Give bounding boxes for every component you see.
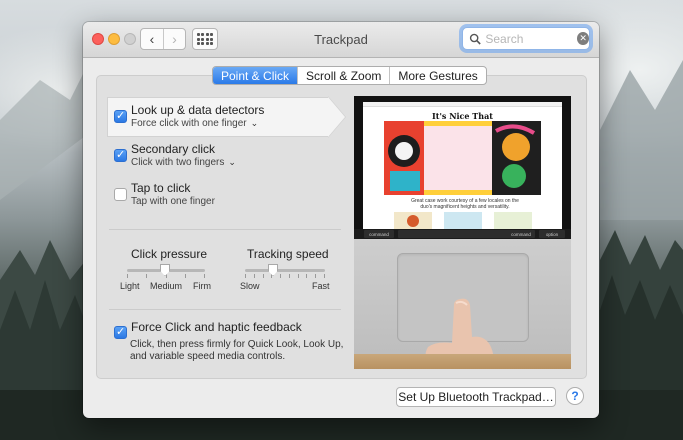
tracking-speed-slider[interactable] <box>245 269 325 272</box>
divider <box>109 309 341 310</box>
click-pressure-medium: Medium <box>150 281 183 291</box>
preview-key-command: command <box>507 230 535 238</box>
preview-keyboard: command command option <box>354 229 571 369</box>
help-button[interactable]: ? <box>566 387 584 405</box>
tab-more-gestures[interactable]: More Gestures <box>389 67 485 84</box>
preview-thumbnails <box>394 212 532 229</box>
set-up-bluetooth-trackpad-button[interactable]: Set Up Bluetooth Trackpad… <box>396 387 556 407</box>
chevron-down-icon: ⌄ <box>250 118 259 128</box>
tap-to-click-label[interactable]: Tap to click <box>131 181 190 195</box>
preview-site-title: It's Nice That <box>432 111 493 121</box>
search-field[interactable]: ✕ <box>462 27 590 50</box>
force-click-checkbox[interactable] <box>114 325 127 339</box>
look-up-gesture-menu[interactable]: Force click with one finger ⌄ <box>131 118 258 129</box>
tracking-speed-slow: Slow <box>240 281 260 291</box>
preview-webpage: It's Nice That Great case work courtesy … <box>363 102 562 229</box>
preview-key-option: option <box>539 230 565 238</box>
click-pressure-firm: Firm <box>193 281 211 291</box>
tap-to-click-checkbox[interactable] <box>114 188 127 201</box>
tap-to-click-subtitle: Tap with one finger <box>131 196 215 207</box>
preview-caption: Great case work courtesy of a few locale… <box>411 198 519 210</box>
preview-artwork <box>384 121 541 195</box>
clear-search-icon[interactable]: ✕ <box>577 32 589 45</box>
force-click-label[interactable]: Force Click and haptic feedback <box>131 320 302 334</box>
gesture-preview-video: It's Nice That Great case work courtesy … <box>354 96 571 369</box>
trackpad-preferences-window: ‹ › Trackpad ✕ Point & Click Scroll & Zo… <box>83 22 599 418</box>
look-up-gesture-label: Force click with one finger <box>131 118 247 129</box>
look-up-label[interactable]: Look up & data detectors <box>131 103 264 117</box>
search-input[interactable] <box>485 31 572 46</box>
click-pressure-label: Click pressure <box>131 247 208 261</box>
secondary-click-checkbox[interactable] <box>114 148 127 162</box>
tab-point-and-click[interactable]: Point & Click <box>213 67 298 84</box>
secondary-click-gesture-label: Click with two fingers <box>131 157 225 168</box>
preview-table <box>354 354 571 369</box>
tracking-speed-fast: Fast <box>312 281 330 291</box>
tab-bar: Point & Click Scroll & Zoom More Gesture… <box>212 66 487 85</box>
secondary-click-gesture-menu[interactable]: Click with two fingers ⌄ <box>131 157 236 168</box>
click-pressure-light: Light <box>120 281 140 291</box>
title-bar: ‹ › Trackpad ✕ <box>83 22 599 58</box>
secondary-click-label[interactable]: Secondary click <box>131 142 215 156</box>
divider <box>109 229 341 230</box>
preview-laptop-screen: It's Nice That Great case work courtesy … <box>354 96 571 229</box>
tracking-speed-label: Tracking speed <box>247 247 329 261</box>
preview-key-command: command <box>364 230 394 238</box>
force-click-description: Click, then press firmly for Quick Look,… <box>130 339 344 362</box>
search-icon <box>469 33 481 45</box>
tab-scroll-and-zoom[interactable]: Scroll & Zoom <box>297 67 389 84</box>
look-up-checkbox[interactable] <box>114 109 127 123</box>
chevron-down-icon: ⌄ <box>228 157 236 167</box>
